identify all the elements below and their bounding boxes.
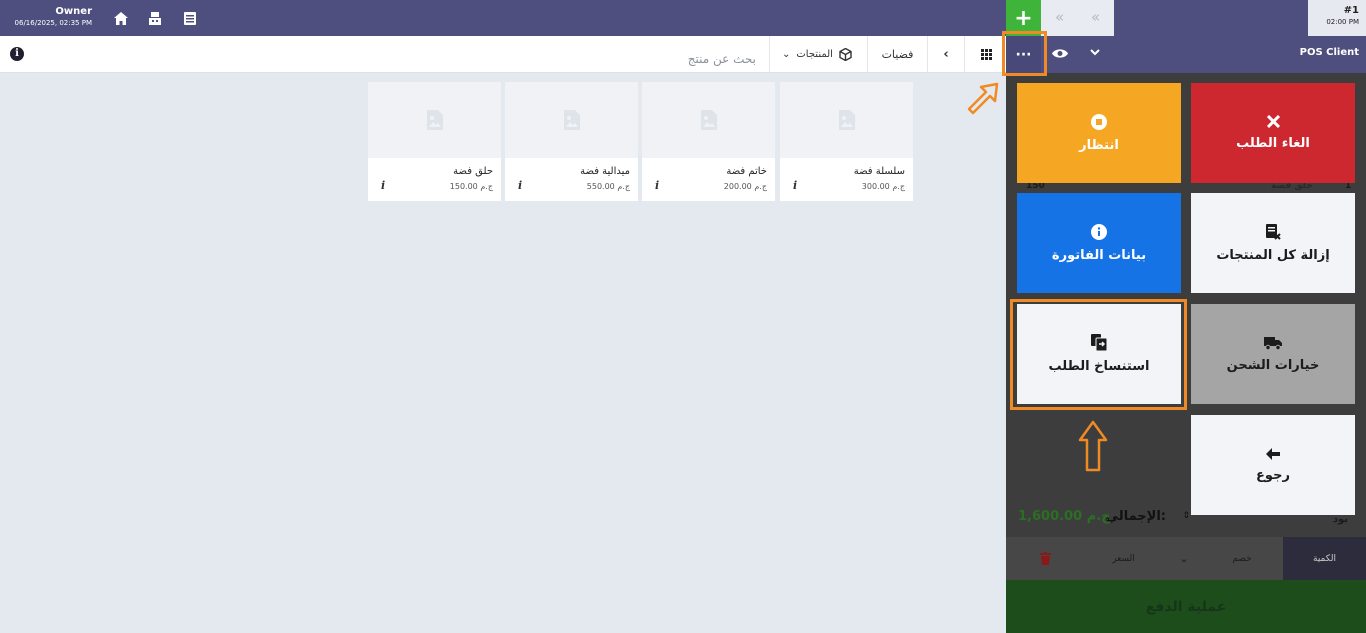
back-label: رجوع — [1256, 467, 1290, 483]
grid-view-button[interactable] — [970, 36, 1002, 72]
image-placeholder-icon — [700, 110, 717, 130]
remove-list-icon — [1266, 223, 1281, 240]
owner-name: Owner — [55, 6, 92, 17]
product-image — [780, 82, 913, 158]
total-label: الإجمالي: — [1105, 509, 1166, 524]
image-placeholder-icon — [426, 110, 443, 130]
cancel-order-button[interactable]: الغاء الطلب — [1191, 83, 1355, 183]
owner-datetime: 06/16/2025, 02:35 PM — [14, 19, 92, 27]
payment-button[interactable]: عملية الدفع — [1006, 580, 1366, 633]
owner-info: Owner 06/16/2025, 02:35 PM — [10, 6, 92, 28]
total-prefix: بود — [1332, 514, 1348, 525]
product-price: 150.00 ج.م — [449, 182, 493, 191]
cash-register-icon[interactable] — [146, 9, 164, 27]
hold-order-label: انتظار — [1079, 137, 1119, 153]
top-bar: Owner 06/16/2025, 02:35 PM — [0, 0, 1366, 36]
invoice-details-label: بيانات الفاتورة — [1051, 247, 1147, 263]
scroll-left-icon[interactable]: « — [1091, 8, 1100, 26]
remove-all-products-button[interactable]: إزالة كل المنتجات — [1191, 193, 1355, 293]
product-card[interactable]: خاتم فضة 200.00 ج.م i — [642, 82, 775, 201]
trash-icon[interactable] — [1030, 537, 1060, 580]
product-image — [368, 82, 501, 158]
info-icon[interactable]: i — [10, 47, 24, 61]
divider — [867, 36, 868, 72]
products-dropdown-label: المنتجات — [796, 48, 833, 60]
back-button[interactable]: رجوع — [1191, 415, 1355, 515]
divider — [964, 36, 965, 72]
tutorial-arrow-up-icon — [1078, 420, 1108, 472]
chevron-left-icon: ‹ — [943, 46, 949, 62]
scroll-left-double-icon[interactable]: « — [1055, 8, 1064, 26]
info-circle-icon — [1091, 223, 1107, 240]
product-price: 200.00 ج.م — [723, 182, 767, 191]
hold-order-button[interactable]: انتظار — [1017, 83, 1181, 183]
tab-quantity[interactable]: الكمية — [1283, 537, 1366, 580]
product-info-icon[interactable]: i — [793, 179, 797, 192]
order-panel-header: ··· POS Client — [1006, 36, 1366, 73]
product-toolbar: i ⌄ المنتجات فضيات ‹ — [0, 36, 1006, 73]
shipping-options-label: خيارات الشحن — [1226, 357, 1320, 373]
product-info-icon[interactable]: i — [655, 179, 659, 192]
chevron-down-icon[interactable]: ⌄ — [1174, 537, 1194, 580]
product-info-icon[interactable]: i — [518, 179, 522, 192]
divider — [927, 36, 928, 72]
product-price: 550.00 ج.م — [586, 182, 630, 191]
chevron-down-icon[interactable] — [1090, 49, 1100, 56]
receipt-icon[interactable] — [181, 9, 199, 27]
product-info-icon[interactable]: i — [381, 179, 385, 192]
order-number: #1 — [1343, 5, 1359, 16]
chevron-down-icon: ⌄ — [782, 48, 791, 60]
back-category-button[interactable]: ‹ — [930, 36, 962, 72]
product-card[interactable]: سلسلة فضة 300.00 ج.م i — [780, 82, 913, 201]
product-name: خاتم فضة — [726, 166, 767, 177]
total-value: 1,600.00 ج.م — [1018, 509, 1111, 524]
box-icon — [839, 47, 852, 61]
close-icon — [1266, 115, 1280, 128]
divider — [769, 36, 770, 72]
product-card[interactable]: حلق فضة 150.00 ج.م i — [368, 82, 501, 201]
product-name: سلسلة فضة — [853, 166, 905, 177]
category-label: فضيات — [881, 47, 914, 61]
client-name: POS Client — [1299, 47, 1359, 58]
invoice-details-button[interactable]: بيانات الفاتورة — [1017, 193, 1181, 293]
product-card[interactable]: ميدالية فضة 550.00 ج.م i — [505, 82, 638, 201]
sort-arrows-icon[interactable]: ⇕ — [1182, 511, 1190, 521]
product-image — [642, 82, 775, 158]
tab-scroll-strip: « « — [1041, 0, 1114, 36]
product-name: حلق فضة — [453, 166, 493, 177]
tab-price[interactable]: السعر — [1101, 537, 1146, 580]
remove-all-products-label: إزالة كل المنتجات — [1216, 247, 1330, 263]
image-placeholder-icon — [563, 110, 580, 130]
shipping-options-button[interactable]: خيارات الشحن — [1191, 304, 1355, 404]
order-total-row: بود ⇕ الإجمالي: 1,600.00 ج.م — [1006, 501, 1366, 537]
home-icon[interactable] — [112, 9, 130, 27]
grid-icon — [980, 48, 992, 60]
order-tab[interactable]: #1 02:00 PM — [1308, 0, 1366, 36]
truck-icon — [1264, 336, 1282, 350]
arrow-left-icon — [1266, 447, 1280, 460]
products-dropdown[interactable]: ⌄ المنتجات — [772, 36, 867, 72]
product-price: 300.00 ج.م — [861, 182, 905, 191]
order-time: 02:00 PM — [1326, 18, 1359, 26]
tab-discount[interactable]: خصم — [1206, 537, 1278, 580]
highlight-clone-order — [1010, 299, 1187, 410]
eye-icon[interactable] — [1052, 48, 1068, 59]
product-search-input[interactable] — [560, 36, 770, 72]
cancel-order-label: الغاء الطلب — [1236, 136, 1310, 151]
product-name: ميدالية فضة — [580, 166, 630, 177]
highlight-more-options — [1002, 31, 1047, 76]
numpad-mode-tabs: السعر ⌄ خصم الكمية — [1006, 537, 1366, 580]
category-breadcrumb[interactable]: فضيات — [870, 36, 925, 72]
pause-circle-icon — [1091, 113, 1107, 130]
product-image — [505, 82, 638, 158]
tutorial-arrow-icon — [967, 82, 999, 115]
image-placeholder-icon — [838, 110, 855, 130]
